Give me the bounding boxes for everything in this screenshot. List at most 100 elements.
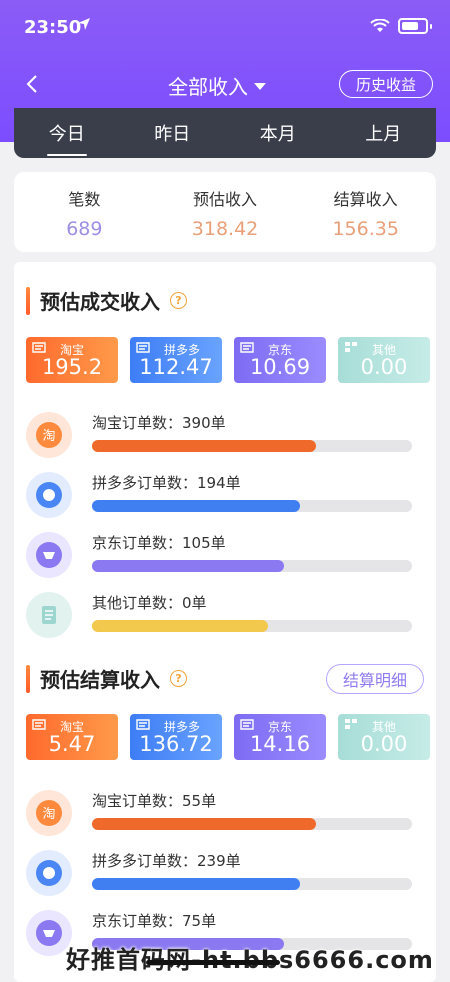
nav-bar: 全部收入 历史收益 — [0, 58, 450, 110]
section-title-text: 预估结算收入 — [40, 668, 160, 692]
watermark-text: 好推首码网-ht.bbs6666.com — [66, 940, 434, 975]
platform-card-other[interactable]: 其他 0.00 — [338, 337, 430, 383]
jd-icon — [26, 532, 72, 578]
pinduoduo-icon — [136, 719, 150, 730]
progress-track — [92, 878, 412, 890]
summary-value: 689 — [66, 218, 103, 240]
summary-value: 156.35 — [332, 218, 399, 240]
pinduoduo-icon — [26, 472, 72, 518]
taobao-icon — [32, 342, 46, 353]
order-label: 京东订单数：105单 — [92, 534, 226, 552]
progress-track — [92, 620, 412, 632]
help-icon[interactable]: ? — [170, 292, 187, 309]
battery-cap — [430, 23, 432, 29]
order-row-taobao[interactable]: 淘 淘宝订单数：55单 — [26, 788, 426, 838]
section-title-text: 预估成交收入 — [40, 290, 160, 314]
platform-card-pinduoduo[interactable]: 拼多多 136.72 — [130, 714, 222, 760]
platform-value: 136.72 — [139, 732, 213, 756]
svg-text:淘: 淘 — [42, 429, 55, 444]
title-accent-bar — [26, 664, 30, 693]
other-icon — [26, 592, 72, 638]
platform-card-jd[interactable]: 京东 10.69 — [234, 337, 326, 383]
platform-value: 195.2 — [41, 355, 103, 379]
history-earnings-button[interactable]: 历史收益 — [339, 70, 433, 98]
summary-card: 笔数 689 预估收入 318.42 结算收入 156.35 — [14, 172, 436, 252]
summary-label: 结算收入 — [333, 190, 398, 209]
settlement-detail-button[interactable]: 结算明细 — [326, 664, 424, 694]
jd-icon — [240, 719, 254, 730]
section-title-estimated-settle: 预估结算收入 ? — [26, 664, 187, 693]
summary-value: 318.42 — [191, 218, 259, 240]
summary-count: 笔数 689 — [14, 172, 155, 252]
progress-track — [92, 818, 412, 830]
progress-track — [92, 440, 412, 452]
chevron-left-icon — [26, 75, 37, 93]
help-icon[interactable]: ? — [170, 670, 187, 687]
summary-settled: 结算收入 156.35 — [295, 172, 436, 252]
progress-fill — [92, 620, 268, 632]
platform-cards-settle: 淘宝 5.47 拼多多 136.72 京东 14.16 其他 0.00 — [26, 714, 430, 760]
home-indicator — [146, 960, 280, 965]
tab-last-month[interactable]: 上月 — [331, 120, 437, 146]
order-label: 拼多多订单数：239单 — [92, 852, 241, 870]
order-label: 淘宝订单数：390单 — [92, 414, 226, 432]
platform-card-other[interactable]: 其他 0.00 — [338, 714, 430, 760]
progress-fill — [92, 440, 316, 452]
summary-estimated: 预估收入 318.42 — [155, 172, 296, 252]
taobao-icon: 淘 — [26, 412, 72, 458]
platform-value: 10.69 — [249, 355, 311, 379]
order-label: 拼多多订单数：194单 — [92, 474, 241, 492]
progress-fill — [92, 818, 316, 830]
order-label: 淘宝订单数：55单 — [92, 792, 217, 810]
order-row-taobao[interactable]: 淘 淘宝订单数：390单 — [26, 410, 426, 460]
period-tabs: 今日 昨日 本月 上月 — [14, 108, 436, 158]
nav-title: 全部收入 — [168, 75, 248, 99]
platform-value: 112.47 — [139, 355, 213, 379]
platform-value: 0.00 — [360, 355, 408, 379]
progress-fill — [92, 560, 284, 572]
summary-label: 笔数 — [68, 190, 101, 209]
tab-today[interactable]: 今日 — [14, 120, 120, 146]
tab-this-month[interactable]: 本月 — [225, 120, 331, 146]
order-label: 京东订单数：75单 — [92, 912, 217, 930]
taobao-icon — [32, 719, 46, 730]
pinduoduo-icon — [26, 850, 72, 896]
summary-label: 预估收入 — [193, 190, 258, 209]
platform-card-jd[interactable]: 京东 14.16 — [234, 714, 326, 760]
progress-track — [92, 560, 412, 572]
status-icons — [370, 18, 432, 34]
title-accent-bar — [26, 286, 30, 315]
progress-fill — [92, 500, 300, 512]
taobao-icon: 淘 — [26, 790, 72, 836]
progress-fill — [92, 878, 300, 890]
pinduoduo-icon — [136, 342, 150, 353]
platform-card-taobao[interactable]: 淘宝 5.47 — [26, 714, 118, 760]
platform-value: 14.16 — [249, 732, 311, 756]
order-row-pinduoduo[interactable]: 拼多多订单数：194单 — [26, 470, 426, 520]
order-row-pinduoduo[interactable]: 拼多多订单数：239单 — [26, 848, 426, 898]
svg-text:淘: 淘 — [42, 807, 55, 822]
income-type-dropdown[interactable]: 全部收入 — [168, 71, 266, 100]
other-icon — [345, 342, 357, 352]
platform-card-taobao[interactable]: 淘宝 195.2 — [26, 337, 118, 383]
order-label: 其他订单数：0单 — [92, 594, 207, 612]
status-time: 23:50 — [24, 17, 82, 38]
other-icon — [345, 719, 357, 729]
progress-track — [92, 500, 412, 512]
order-row-other[interactable]: 其他订单数：0单 — [26, 590, 426, 640]
tab-yesterday[interactable]: 昨日 — [120, 120, 226, 146]
location-arrow-icon — [78, 18, 90, 30]
caret-down-icon — [254, 83, 266, 90]
status-bar: 23:50 — [0, 0, 450, 56]
battery-icon — [398, 18, 428, 34]
platform-card-pinduoduo[interactable]: 拼多多 112.47 — [130, 337, 222, 383]
wifi-icon — [370, 19, 390, 32]
platform-value: 5.47 — [48, 732, 96, 756]
main-card: 预估成交收入 ? 淘宝 195.2 拼多多 112.47 京东 10.69 其他… — [14, 262, 436, 982]
platform-cards-deal: 淘宝 195.2 拼多多 112.47 京东 10.69 其他 0.00 — [26, 337, 430, 383]
back-button[interactable] — [16, 68, 48, 100]
section-title-estimated-deal: 预估成交收入 ? — [26, 286, 187, 315]
platform-value: 0.00 — [360, 732, 408, 756]
jd-icon — [240, 342, 254, 353]
order-row-jd[interactable]: 京东订单数：105单 — [26, 530, 426, 580]
